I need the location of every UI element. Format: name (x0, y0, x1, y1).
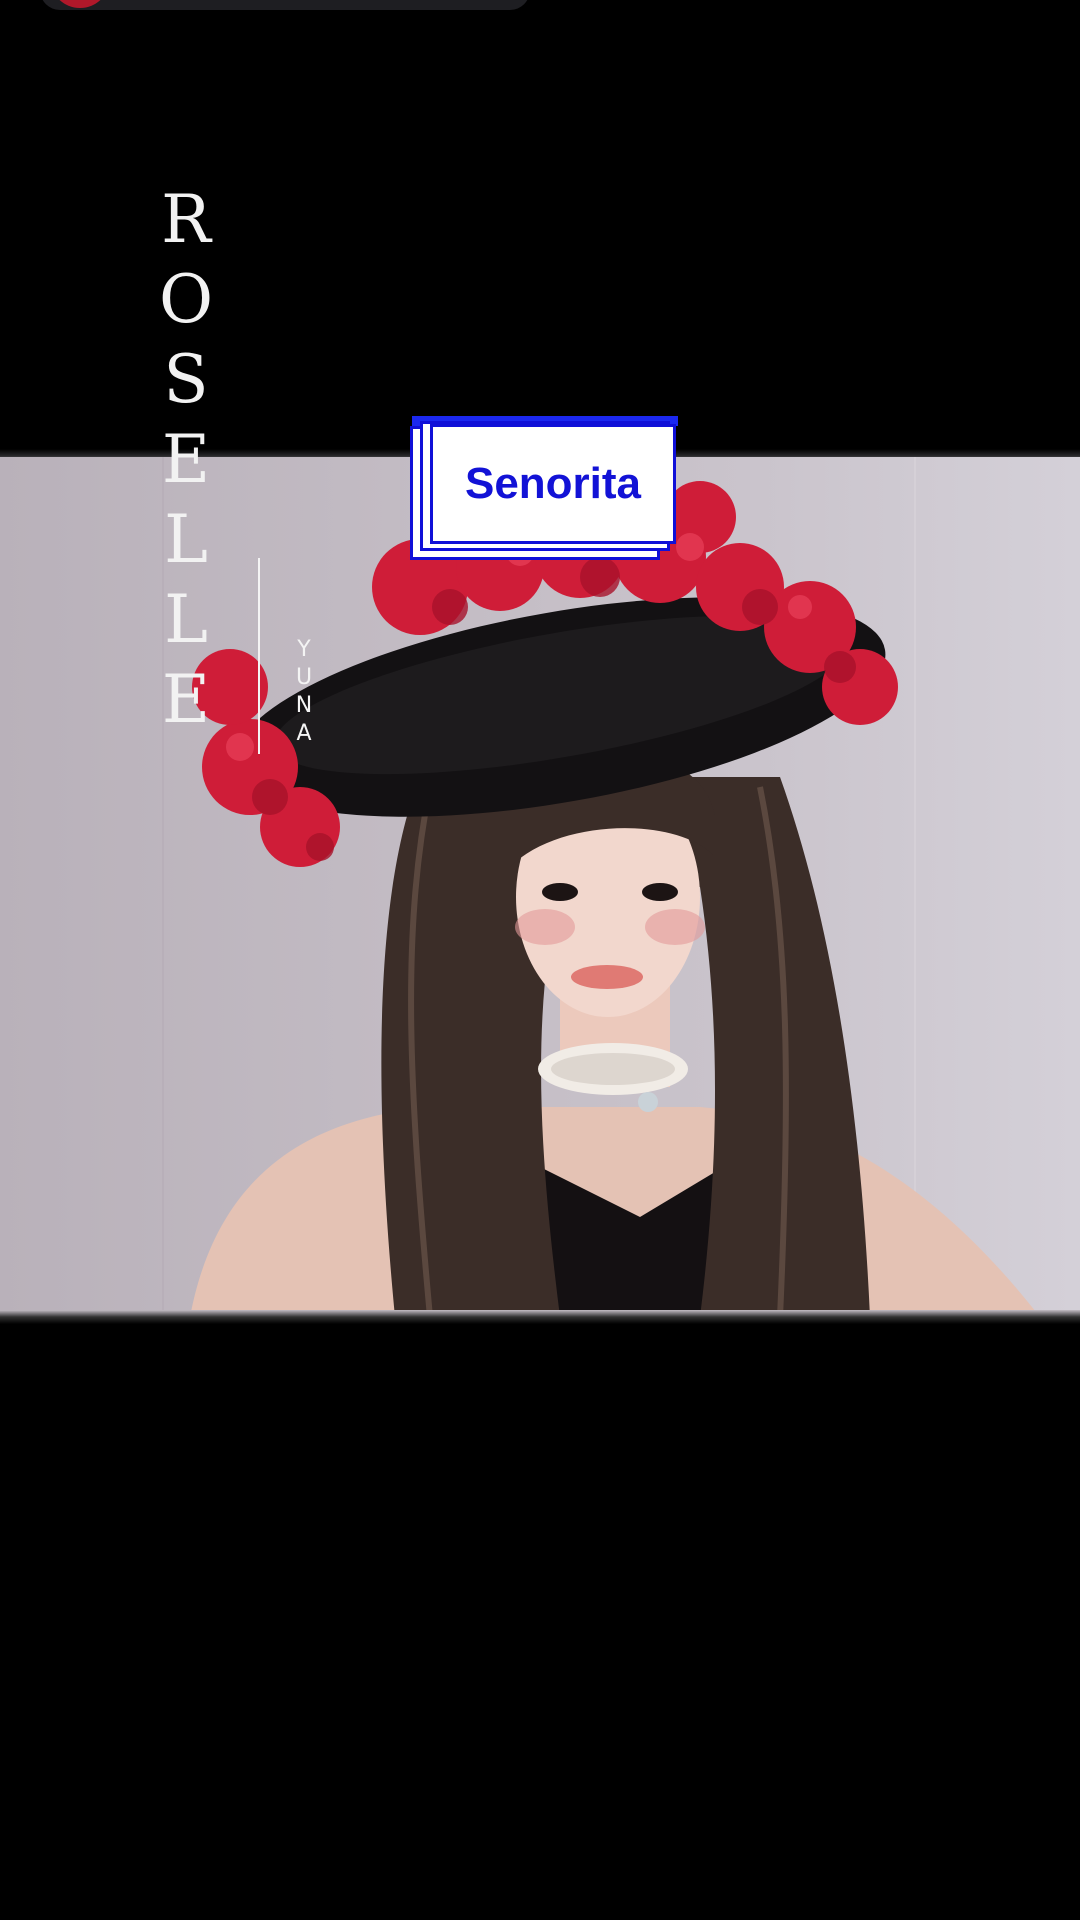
cover-subtitle-letter: U (295, 665, 313, 690)
video-screen[interactable]: R O S E L L E Y U N A Senorita (0, 0, 1080, 1920)
cover-title-letter: L (164, 501, 208, 578)
song-title-sticker[interactable]: Senorita (410, 416, 680, 566)
cover-title-letter: L (164, 581, 208, 658)
cover-title-letter: S (163, 341, 209, 418)
cover-title-letter: E (161, 661, 211, 738)
cover-subtitle-letter: Y (297, 637, 311, 662)
cover-title: R O S E L L E (150, 180, 222, 740)
top-overlay-bar[interactable] (40, 0, 530, 10)
cover-subtitle: Y U N A (292, 636, 316, 748)
cover-subtitle-letter: N (295, 693, 313, 718)
cover-title-letter: E (161, 421, 211, 498)
song-title-text: Senorita (464, 459, 642, 508)
cover-title-letter: R (161, 181, 211, 258)
cover-subtitle-letter: A (296, 721, 312, 746)
cover-title-letter: O (158, 261, 214, 338)
photo-bottom-edge (0, 1310, 1080, 1324)
title-divider (258, 558, 260, 754)
